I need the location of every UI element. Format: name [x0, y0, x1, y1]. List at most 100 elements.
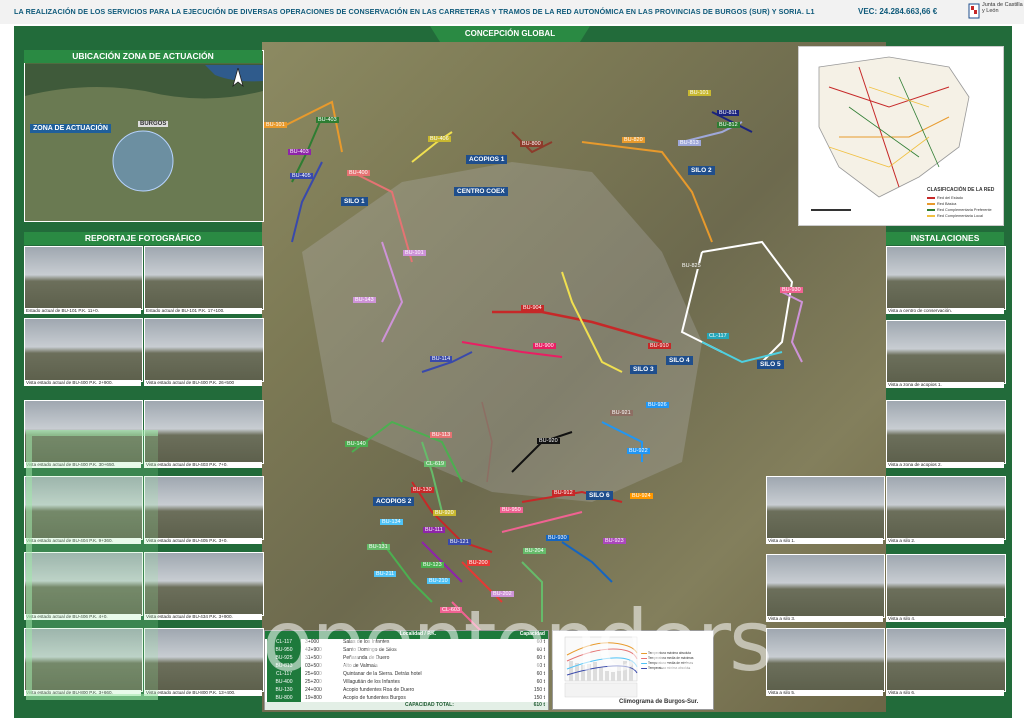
road-label: BU-403: [288, 149, 311, 155]
installation-caption: Vista a silo 3.: [766, 616, 883, 622]
road-label: BU-101: [403, 250, 426, 256]
legend-title: CLASIFICACIÓN DE LA RED: [927, 187, 995, 193]
photo-caption: Vista estado actual de BU-403 P.K. 7+0.: [144, 462, 262, 468]
road-label: BU-143: [353, 297, 376, 303]
road-label: BU-113: [430, 432, 453, 438]
north-arrow-icon: [232, 68, 244, 88]
installation-photo: [886, 400, 1006, 464]
watermark-shape: [26, 430, 158, 700]
photo-caption: Estado actual de BU-101 P.K. 11+0.: [24, 308, 141, 314]
facility-label: CENTRO COEX: [454, 187, 508, 196]
road-label: BU-405: [290, 173, 313, 179]
installation-caption: Vista a silo 5.: [766, 690, 883, 696]
total-value: 610 t: [533, 702, 545, 708]
road-label: BU-900: [533, 343, 556, 349]
road-label: BU-950: [500, 507, 523, 513]
road-label: BU-140: [345, 441, 368, 447]
road-label: BU-813: [678, 140, 701, 146]
installation-photo: [886, 476, 1006, 540]
road-label: BU-101: [264, 122, 287, 128]
facility-label: SILO 5: [757, 360, 784, 369]
installation-caption: Vista a zona de acopios 2.: [886, 462, 1004, 468]
facility-label: ACOPIOS 2: [373, 497, 415, 506]
facility-label: SILO 6: [586, 491, 613, 500]
zone-label: ZONA DE ACTUACIÓN: [30, 124, 111, 133]
logo-text: Junta de Castilla y León: [982, 2, 1023, 14]
network-classification-map: CLASIFICACIÓN DE LA RED Red del Estado R…: [798, 46, 1004, 226]
facility-label: ACOPIOS 1: [466, 155, 508, 164]
photo-caption: Estado actual de BU-101 P.K. 17+100.: [144, 308, 262, 314]
road-label: BU-131: [367, 544, 390, 550]
section-title-global: CONCEPCIÓN GLOBAL: [464, 29, 556, 38]
facility-label: SILO 3: [630, 365, 657, 374]
installation-photo: [886, 320, 1006, 384]
facility-label: SILO 1: [341, 197, 368, 206]
facility-label: SILO 2: [688, 166, 715, 175]
road-photo: [144, 476, 264, 540]
photo-caption: Vista estado actual de BU-434 P.K. 3+900…: [144, 614, 262, 620]
installation-photo: [886, 554, 1006, 618]
road-label: BU-121: [448, 539, 471, 545]
road-label: BU-930: [780, 287, 803, 293]
road-label: BU-910: [648, 343, 671, 349]
installation-photo: [886, 628, 1006, 692]
road-label: BU-912: [552, 490, 575, 496]
road-label: BU-923: [603, 538, 626, 544]
road-photo: [24, 318, 143, 382]
road-label: BU-406: [428, 136, 451, 142]
road-label: BU-211: [374, 571, 397, 577]
road-label: BU-811: [717, 110, 740, 116]
section-title-installations: INSTALACIONES: [886, 232, 1004, 245]
budget-amount: VEC: 24.284.663,66 €: [858, 7, 938, 16]
road-label: BU-904: [521, 305, 544, 311]
road-label: BU-820: [622, 137, 645, 143]
road-label: BU-204: [523, 548, 546, 554]
road-label: BU-926: [646, 402, 669, 408]
road-label: BU-134: [380, 519, 403, 525]
road-photo: [24, 246, 143, 310]
road-photo: [144, 628, 264, 692]
installation-photo: [766, 554, 885, 618]
legend: Red del Estado Red Básica Red Complement…: [927, 195, 1001, 219]
road-photo: [144, 400, 264, 464]
photo-caption: Vista estado actual de BU-400 P.K. 2+900…: [24, 380, 141, 386]
installation-caption: Vista a centro de conservación.: [886, 308, 1004, 314]
road-label: CL-117: [707, 333, 729, 339]
facility-label: SILO 4: [666, 356, 693, 365]
installation-photo: [766, 628, 885, 692]
road-label: CL-619: [424, 461, 447, 467]
photo-caption: Vista estado actual de BU-400 P.K. 26+50…: [144, 380, 262, 386]
road-label: BU-930: [546, 535, 569, 541]
road-label: BU-111: [423, 527, 445, 533]
watermark-text: opentenders: [262, 592, 773, 690]
road-photo: [144, 246, 264, 310]
location-map: [24, 50, 264, 222]
installation-photo: [766, 476, 885, 540]
road-photo: [144, 318, 264, 382]
installation-caption: Vista a zona de acopios 1.: [886, 382, 1004, 388]
legend-item: Red Complementaria Local: [927, 213, 1001, 219]
road-photo: [144, 552, 264, 616]
road-label: BU-920: [537, 438, 560, 444]
climogram-title: Climograma de Burgos-Sur.: [619, 699, 699, 705]
road-label: BU-101: [688, 90, 711, 96]
installation-photo: [886, 246, 1006, 310]
road-label: BU-130: [411, 487, 434, 493]
road-label: BU-921: [610, 410, 633, 416]
road-label: BU-403: [316, 117, 339, 123]
road-label: BU-922: [627, 448, 650, 454]
road-label: BU-200: [467, 560, 490, 566]
installation-caption: Vista a silo 4.: [886, 616, 1004, 622]
road-label: BU-400: [347, 170, 370, 176]
photo-caption: Vista estado actual de BU-800 P.K. 13+40…: [144, 690, 262, 696]
road-label: BU-123: [421, 562, 444, 568]
photo-caption: Vista estado actual de BU-405 P.K. 3+0.: [144, 538, 262, 544]
city-label: BURGOS: [138, 121, 169, 127]
installation-caption: Vista a silo 6.: [886, 690, 1004, 696]
road-label: BU-812: [717, 122, 740, 128]
section-title-location: UBICACIÓN ZONA DE ACTUACIÓN: [24, 50, 262, 63]
road-label: BU-920: [433, 510, 456, 516]
document-title: LA REALIZACIÓN DE LOS SERVICIOS PARA LA …: [14, 7, 815, 16]
road-label: BU-800: [520, 141, 543, 147]
total-label: CAPACIDAD TOTAL:: [405, 702, 454, 708]
